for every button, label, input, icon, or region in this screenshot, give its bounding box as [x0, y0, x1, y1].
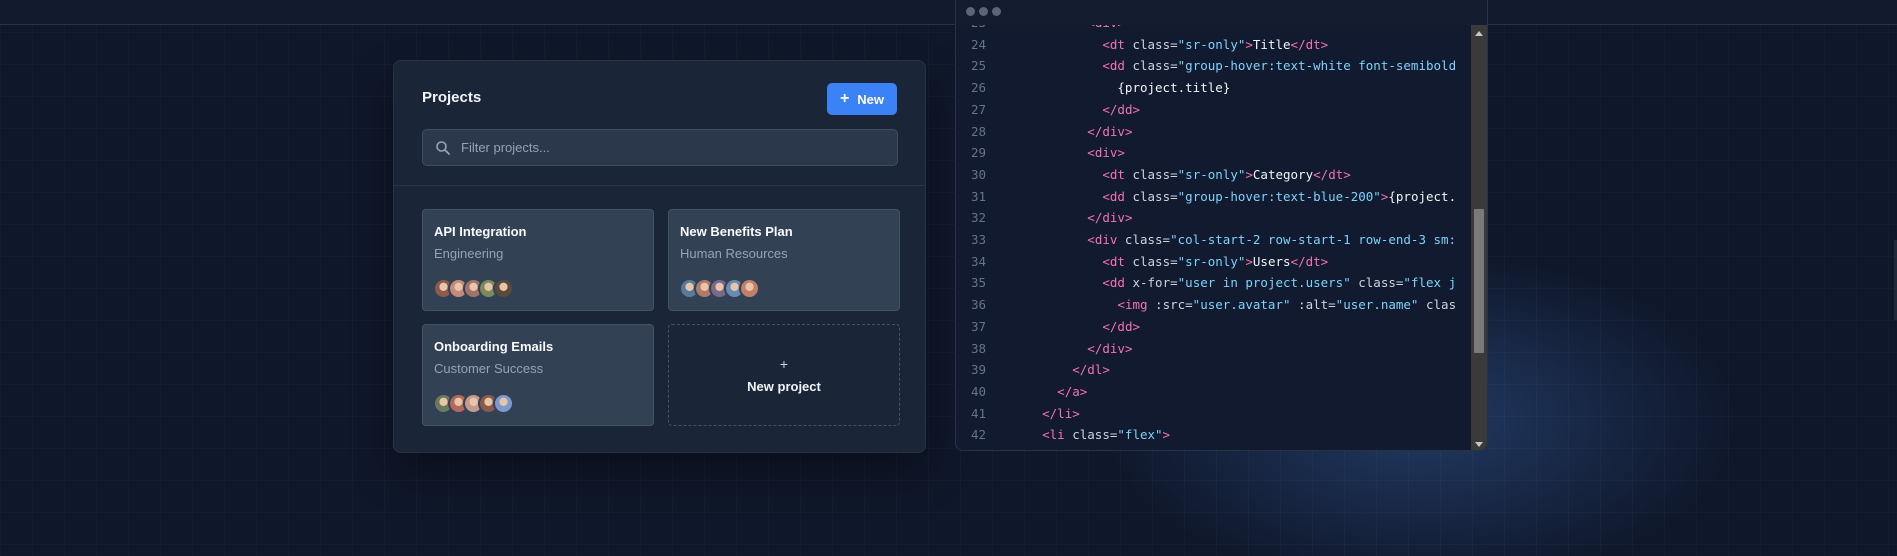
- project-category: Human Resources: [680, 246, 788, 261]
- code-text: </dd>: [1102, 318, 1141, 334]
- search-input[interactable]: [451, 130, 897, 165]
- code-line: 25 <dd class="group-hover:text-white font…: [956, 55, 1456, 77]
- code-line: 28 </div>: [956, 121, 1133, 143]
- code-line: 41 </li>: [956, 403, 1080, 425]
- code-line: 39 </dl>: [956, 359, 1110, 381]
- code-line: 42 <li class="flex">: [956, 424, 1170, 446]
- code-line: 24 <dt class="sr-only">Title</dt>: [956, 34, 1328, 56]
- code-text: <a x-bind:href="project.url" class="hove…: [1057, 446, 1471, 450]
- code-line: 27 </dd>: [956, 99, 1140, 121]
- scroll-up-arrow-icon[interactable]: [1475, 31, 1483, 36]
- line-number: 40: [970, 383, 986, 399]
- code-text: </div>: [1087, 210, 1133, 226]
- project-title: New Benefits Plan: [680, 224, 793, 239]
- code-line: 40 </a>: [956, 381, 1087, 403]
- avatar-group: [679, 278, 760, 299]
- line-number: 33: [970, 232, 986, 247]
- line-number: 32: [970, 210, 986, 226]
- project-title: Onboarding Emails: [434, 339, 554, 354]
- line-number: 31: [970, 188, 986, 204]
- line-number: 34: [970, 253, 986, 269]
- code-text: <dd class="group-hover:text-blue-200">{p…: [1102, 188, 1457, 204]
- plus-icon: +: [779, 355, 789, 372]
- code-text: </div>: [1087, 123, 1133, 139]
- code-line: 32 </div>: [956, 207, 1133, 229]
- project-card[interactable]: Onboarding Emails Customer Success: [422, 324, 654, 426]
- code-text: </dl>: [1072, 362, 1110, 378]
- project-category: Customer Success: [434, 361, 544, 376]
- search-icon: [436, 140, 450, 155]
- line-number: 38: [970, 340, 986, 356]
- line-number: 25: [970, 58, 986, 74]
- avatar-group: [433, 278, 514, 299]
- line-number: 30: [970, 166, 986, 182]
- code-text: <li class="flex">: [1042, 427, 1171, 443]
- code-line: 35 <dd x-for="user in project.users" clas…: [956, 272, 1456, 294]
- vertical-scrollbar[interactable]: [1471, 25, 1487, 450]
- code-text: <dt class="sr-only">Category</dt>: [1102, 166, 1351, 182]
- code-text: <dd x-for="user in project.users" class=…: [1102, 275, 1457, 291]
- panel-title: Projects: [422, 89, 482, 106]
- projects-panel: Projects + New API Integration Engineeri…: [393, 60, 926, 453]
- line-number: 24: [970, 36, 986, 52]
- scroll-down-arrow-icon[interactable]: [1475, 442, 1483, 447]
- project-title: API Integration: [434, 224, 527, 239]
- top-bar: [0, 0, 1897, 25]
- code-area[interactable]: 23<div>24<dt class="sr-only">Title</dt>2…: [956, 12, 1471, 450]
- line-number: 43: [956, 446, 986, 450]
- project-category: Engineering: [434, 246, 504, 261]
- window-dot-icon: [979, 7, 988, 16]
- new-project-button[interactable]: + New: [827, 83, 897, 115]
- line-number: 29: [970, 145, 986, 161]
- code-text: <img :src="user.avatar" :alt="user.name"…: [1117, 297, 1457, 313]
- code-line: 26 {project.title}: [956, 77, 1230, 99]
- code-line: 30 <dt class="sr-only">Category</dt>: [956, 164, 1351, 186]
- avatar: [493, 278, 514, 299]
- line-number: 42: [970, 427, 986, 443]
- code-text: </a>: [1057, 383, 1088, 399]
- line-number: 28: [970, 123, 986, 139]
- code-line: 36 <img :src="user.avatar" :alt="user.nam…: [956, 294, 1456, 316]
- new-project-label: New project: [747, 378, 821, 394]
- search-field[interactable]: [422, 129, 898, 166]
- line-number: 26: [970, 80, 986, 96]
- scrollbar-thumb[interactable]: [1474, 209, 1484, 353]
- code-text: <div>: [1087, 145, 1125, 161]
- new-project-card[interactable]: + New project: [668, 324, 900, 426]
- code-text: <dt class="sr-only">Users</dt>: [1102, 253, 1329, 269]
- line-number: 35: [970, 275, 986, 291]
- plus-icon: +: [839, 90, 850, 107]
- avatar: [493, 393, 514, 414]
- code-line: 29 <div>: [956, 142, 1125, 164]
- code-line: 33 <div class="col-start-2 row-start-1 ro…: [956, 229, 1456, 251]
- line-number: 41: [970, 405, 986, 421]
- new-button-label: New: [857, 91, 885, 107]
- line-number: 39: [970, 362, 986, 378]
- code-line: 34 <dt class="sr-only">Users</dt>: [956, 251, 1328, 273]
- code-line: 31 <dd class="group-hover:text-blue-200">…: [956, 186, 1456, 208]
- code-text: </li>: [1042, 405, 1080, 421]
- code-text: </dd>: [1102, 101, 1141, 117]
- window-dot-icon: [966, 7, 975, 16]
- window-dot-icon: [992, 7, 1001, 16]
- editor-title-bar: [956, 0, 1487, 25]
- code-text: </div>: [1087, 340, 1133, 356]
- code-text: <div class="col-start-2 row-start-1 row-…: [1087, 232, 1457, 247]
- code-text: <dd class="group-hover:text-white font-s…: [1102, 58, 1457, 74]
- avatar: [739, 278, 760, 299]
- avatar-group: [433, 393, 514, 414]
- project-card[interactable]: New Benefits Plan Human Resources: [668, 209, 900, 311]
- code-line: 43 <a x-bind:href="project.url" class="ho…: [956, 446, 1471, 450]
- code-editor: 23<div>24<dt class="sr-only">Title</dt>2…: [955, 0, 1488, 451]
- line-number: 27: [970, 101, 986, 117]
- grid-overlay: [0, 0, 1897, 556]
- code-line: 38 </div>: [956, 338, 1133, 360]
- project-card[interactable]: API Integration Engineering: [422, 209, 654, 311]
- code-line: 37 </dd>: [956, 316, 1140, 338]
- line-number: 36: [970, 297, 986, 313]
- code-text: {project.title}: [1117, 80, 1231, 96]
- panel-header: Projects + New: [394, 61, 925, 186]
- code-text: <dt class="sr-only">Title</dt>: [1102, 36, 1329, 52]
- line-number: 37: [970, 318, 986, 334]
